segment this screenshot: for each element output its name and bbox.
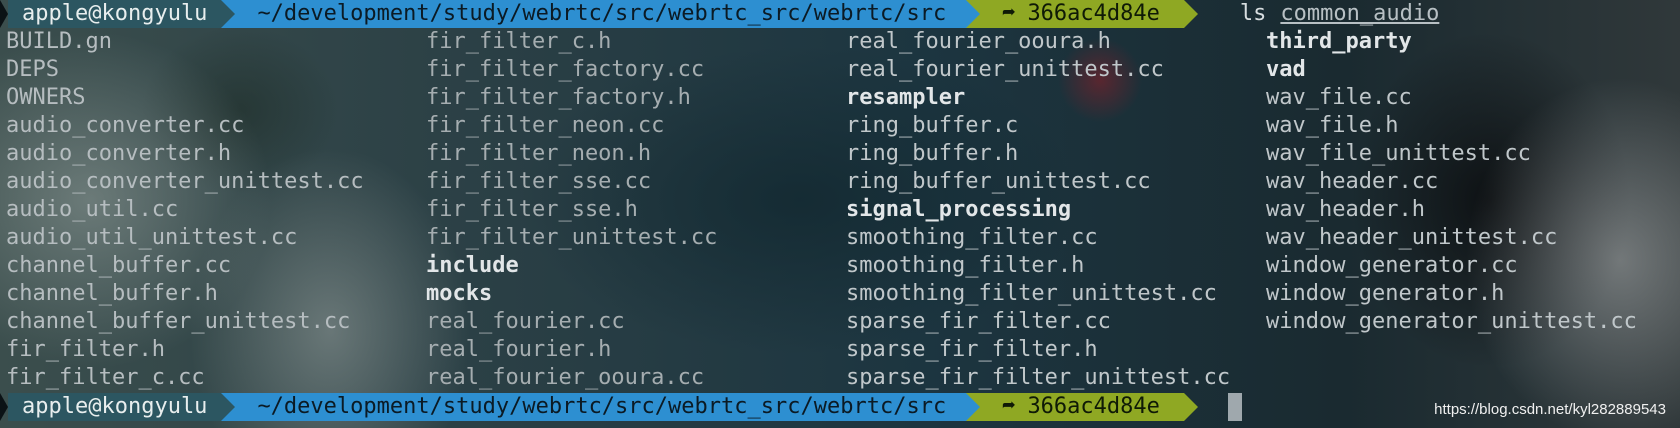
- file-entry: sparse_fir_filter.h: [846, 337, 1098, 362]
- file-entry: window_generator.h: [1266, 281, 1505, 306]
- file-entry: ring_buffer.c: [846, 113, 1019, 138]
- git-branch-icon: ➦: [1002, 1, 1016, 26]
- directory-entry: third_party: [1266, 29, 1412, 54]
- file-entry: real_fourier.cc: [426, 309, 625, 334]
- prompt-git-segment: ➦ 366ac4d84e: [966, 393, 1198, 421]
- prompt-path: ~/development/study/webrtc/src/webrtc_sr…: [221, 393, 980, 421]
- git-branch-icon: ➦: [1002, 394, 1016, 419]
- file-entry: OWNERS: [6, 85, 86, 110]
- command-name: ls: [1239, 1, 1267, 26]
- command-argument: common_audio: [1280, 1, 1440, 26]
- file-entry: wav_header.cc: [1266, 169, 1439, 194]
- prompt-start-marker: [0, 393, 8, 421]
- file-entry: DEPS: [6, 57, 59, 82]
- file-entry: fir_filter_unittest.cc: [426, 225, 718, 250]
- directory-entry: signal_processing: [846, 197, 1072, 222]
- file-entry: smoothing_filter_unittest.cc: [846, 281, 1217, 306]
- file-entry: audio_util.cc: [6, 197, 179, 222]
- directory-entry: resampler: [846, 85, 966, 110]
- prompt-path: ~/development/study/webrtc/src/webrtc_sr…: [221, 0, 980, 28]
- terminal-window[interactable]: apple@kongyulu ~/development/study/webrt…: [0, 0, 1680, 428]
- file-entry: fir_filter_c.h: [426, 29, 612, 54]
- file-entry: wav_header.h: [1266, 197, 1425, 222]
- file-entry: audio_converter.cc: [6, 113, 245, 138]
- file-entry: smoothing_filter.h: [846, 253, 1085, 278]
- file-entry: wav_file.h: [1266, 113, 1399, 138]
- file-entry: channel_buffer_unittest.cc: [6, 309, 351, 334]
- file-entry: fir_filter_factory.h: [426, 85, 691, 110]
- file-entry: channel_buffer.cc: [6, 253, 232, 278]
- file-entry: ring_buffer.h: [846, 141, 1019, 166]
- file-entry: fir_filter.h: [6, 337, 165, 362]
- file-entry: fir_filter_sse.h: [426, 197, 638, 222]
- file-entry: fir_filter_neon.h: [426, 141, 652, 166]
- file-entry: wav_file_unittest.cc: [1266, 141, 1531, 166]
- file-entry: fir_filter_c.cc: [6, 365, 205, 390]
- file-entry: sparse_fir_filter_unittest.cc: [846, 365, 1231, 390]
- file-entry: window_generator.cc: [1266, 253, 1518, 278]
- file-entry: real_fourier_ooura.h: [846, 29, 1111, 54]
- file-entry: window_generator_unittest.cc: [1266, 309, 1637, 334]
- directory-entry: mocks: [426, 281, 493, 306]
- prompt-start-marker: [0, 0, 8, 28]
- file-entry: real_fourier.h: [426, 337, 612, 362]
- prompt-line-current[interactable]: apple@kongyulu ~/development/study/webrt…: [0, 393, 1680, 421]
- file-entry: ring_buffer_unittest.cc: [846, 169, 1151, 194]
- file-entry: fir_filter_factory.cc: [426, 57, 705, 82]
- file-entry: sparse_fir_filter.cc: [846, 309, 1111, 334]
- file-entry: real_fourier_ooura.cc: [426, 365, 705, 390]
- file-entry: audio_util_unittest.cc: [6, 225, 298, 250]
- file-entry: BUILD.gn: [6, 29, 112, 54]
- file-entry: audio_converter.h: [6, 141, 232, 166]
- prompt-git-hash: 366ac4d84e: [1027, 394, 1160, 419]
- prompt-git-segment: ➦ 366ac4d84e: [966, 0, 1198, 28]
- ls-output: BUILD.gn DEPS OWNERS audio_converter.ccaudi…: [6, 28, 1680, 392]
- file-entry: wav_header_unittest.cc: [1266, 225, 1558, 250]
- file-entry: wav_file.cc: [1266, 85, 1412, 110]
- prompt-line: apple@kongyulu ~/development/study/webrt…: [0, 0, 1680, 28]
- directory-entry: vad: [1266, 57, 1306, 82]
- file-entry: fir_filter_sse.cc: [426, 169, 652, 194]
- file-entry: real_fourier_unittest.cc: [846, 57, 1164, 82]
- file-entry: smoothing_filter.cc: [846, 225, 1098, 250]
- file-entry: channel_buffer.h: [6, 281, 218, 306]
- text-cursor[interactable]: [1227, 393, 1242, 421]
- prompt-git-hash: 366ac4d84e: [1027, 1, 1160, 26]
- watermark: https://blog.csdn.net/kyl282889543: [1434, 401, 1666, 418]
- prompt-user-host: apple@kongyulu: [8, 0, 236, 28]
- directory-entry: include: [426, 253, 519, 278]
- prompt-user-host: apple@kongyulu: [8, 393, 236, 421]
- file-entry: audio_converter_unittest.cc: [6, 169, 364, 194]
- file-entry: fir_filter_neon.cc: [426, 113, 665, 138]
